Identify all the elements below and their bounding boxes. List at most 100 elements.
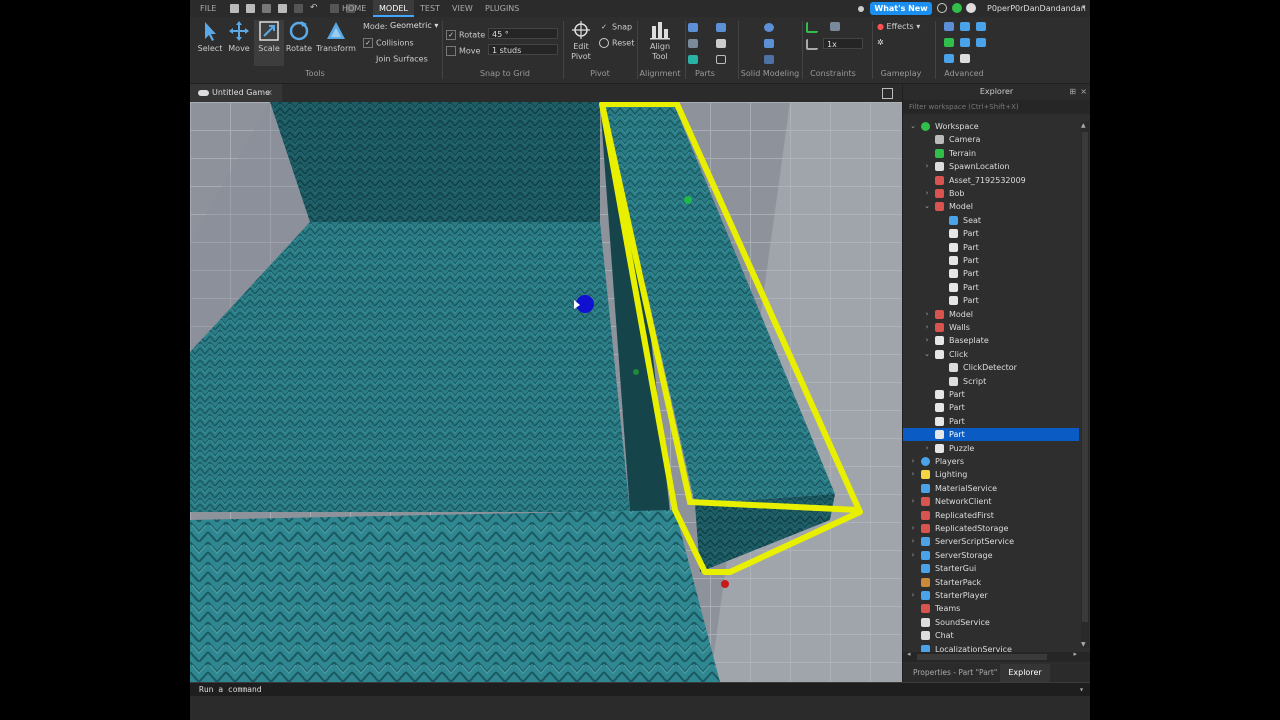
explorer-item-spawnlocation[interactable]: › SpawnLocation	[903, 160, 1079, 173]
maximize-viewport-icon[interactable]	[882, 88, 893, 99]
chevron-right-icon[interactable]: ›	[923, 187, 931, 200]
lock-icon[interactable]	[294, 4, 303, 13]
rotate-tool-button[interactable]: Rotate	[284, 20, 314, 53]
move-tool-button[interactable]: Move	[224, 20, 254, 53]
move-increment-field[interactable]: 1 studs	[488, 44, 558, 55]
explorer-item-soundservice[interactable]: SoundService	[903, 616, 1079, 629]
scroll-right-icon[interactable]: ▸	[1073, 650, 1077, 658]
new-file-icon[interactable]	[230, 4, 239, 13]
material-icon[interactable]	[688, 39, 698, 48]
explorer-item-part[interactable]: Part	[903, 241, 1079, 254]
pivot-snap-toggle[interactable]: ✓ Snap	[599, 22, 632, 32]
explorer-item-startergui[interactable]: StarterGui	[903, 562, 1079, 575]
scene[interactable]	[190, 102, 902, 682]
tab-view[interactable]: VIEW	[452, 0, 473, 17]
help-icon[interactable]	[937, 3, 947, 13]
account-dropdown-icon[interactable]: ▾	[1082, 3, 1086, 11]
redo-icon[interactable]	[330, 4, 339, 13]
part-cube-icon[interactable]	[688, 23, 698, 32]
pivot-reset-button[interactable]: Reset	[599, 38, 634, 48]
separate-icon[interactable]	[764, 55, 774, 64]
union-icon[interactable]	[764, 23, 774, 32]
rotate-snap-toggle[interactable]: ✓ Rotate	[446, 30, 485, 40]
tab-test[interactable]: TEST	[420, 0, 440, 17]
explorer-item-walls[interactable]: › Walls	[903, 321, 1079, 334]
explorer-item-starterpack[interactable]: StarterPack	[903, 576, 1079, 589]
explorer-item-lighting[interactable]: › Lighting	[903, 468, 1079, 481]
explorer-item-clickdetector[interactable]: ClickDetector	[903, 361, 1079, 374]
explorer-item-part[interactable]: Part	[903, 267, 1079, 280]
explorer-item-chat[interactable]: Chat	[903, 629, 1079, 642]
chevron-right-icon[interactable]: ›	[923, 308, 931, 321]
explorer-item-part[interactable]: Part	[903, 388, 1079, 401]
explorer-filter[interactable]: Filter workspace (Ctrl+Shift+X)	[903, 100, 1090, 114]
chevron-right-icon[interactable]: ›	[909, 522, 917, 535]
explorer-item-serverscriptservice[interactable]: › ServerScriptService	[903, 535, 1079, 548]
explorer-item-part[interactable]: Part	[903, 254, 1079, 267]
chevron-right-icon[interactable]: ›	[923, 160, 931, 173]
whats-new-button[interactable]: What's New	[870, 2, 932, 15]
explorer-item-replicatedstorage[interactable]: › ReplicatedStorage	[903, 522, 1079, 535]
open-file-icon[interactable]	[246, 4, 255, 13]
lock-part-icon[interactable]	[716, 39, 726, 48]
dock-icon[interactable]: ⊞	[1069, 84, 1076, 100]
explorer-item-part[interactable]: Part	[903, 294, 1079, 307]
document-tab[interactable]: Untitled Game ×	[190, 84, 282, 102]
join-surfaces-checkbox[interactable]	[363, 54, 373, 64]
green-scale-handle[interactable]	[684, 196, 692, 204]
explorer-item-bob[interactable]: › Bob	[903, 187, 1079, 200]
transform-tool-button[interactable]: Transform	[316, 20, 356, 53]
explorer-item-part[interactable]: Part	[903, 428, 1079, 442]
explorer-scrollbar[interactable]: ▲ ▼	[1081, 122, 1089, 648]
explorer-item-script[interactable]: Script	[903, 375, 1079, 388]
chevron-right-icon[interactable]: ›	[923, 442, 931, 455]
explorer-item-serverstorage[interactable]: › ServerStorage	[903, 549, 1079, 562]
chevron-right-icon[interactable]: ›	[909, 468, 917, 481]
front-block[interactable]	[190, 510, 720, 682]
chevron-right-icon[interactable]: ›	[923, 334, 931, 347]
chevron-right-icon[interactable]: ›	[909, 455, 917, 468]
collisions-checkbox[interactable]: ✓	[363, 38, 373, 48]
collisions-toggle[interactable]: ✓ Collisions	[363, 38, 414, 48]
explorer-item-baseplate[interactable]: › Baseplate	[903, 334, 1079, 347]
explorer-item-puzzle[interactable]: › Puzzle	[903, 442, 1079, 455]
red-scale-handle[interactable]	[721, 580, 729, 588]
advanced-local-icon[interactable]	[944, 54, 954, 63]
explorer-tab[interactable]: Explorer	[1000, 664, 1050, 682]
horizontal-scrollbar[interactable]: ◂ ▸	[903, 650, 1090, 662]
negate-icon[interactable]	[764, 39, 774, 48]
scale-tool-button[interactable]: Scale	[254, 20, 284, 66]
file-menu[interactable]: FILE	[200, 0, 216, 17]
explorer-item-part[interactable]: Part	[903, 401, 1079, 414]
constraint-weld-icon[interactable]	[806, 22, 818, 33]
publish-icon[interactable]	[278, 4, 287, 13]
advanced-module-icon[interactable]	[976, 38, 986, 47]
close-panel-icon[interactable]: ×	[1080, 84, 1087, 100]
explorer-item-part[interactable]: Part	[903, 227, 1079, 240]
green-scale-handle-2[interactable]	[633, 369, 639, 375]
chevron-icon[interactable]	[858, 6, 864, 12]
explorer-item-part[interactable]: Part	[903, 415, 1079, 428]
spawn-icon[interactable]: ✲	[877, 38, 884, 47]
explorer-item-model[interactable]: ⌄ Model	[903, 200, 1079, 213]
save-icon[interactable]	[262, 4, 271, 13]
explorer-item-teams[interactable]: Teams	[903, 602, 1079, 615]
chevron-down-icon[interactable]: ⌄	[923, 348, 931, 361]
constraint-icon[interactable]	[830, 22, 840, 31]
rotate-increment-field[interactable]: 45 °	[488, 28, 558, 39]
username[interactable]: P0perP0rDanDandandan	[987, 0, 1086, 17]
advanced-connect-icon[interactable]	[960, 22, 970, 31]
tab-home[interactable]: HOME	[342, 0, 366, 17]
move-snap-toggle[interactable]: Move	[446, 46, 480, 56]
tab-plugins[interactable]: PLUGINS	[485, 0, 519, 17]
command-dropdown-icon[interactable]: ▾	[1079, 683, 1084, 697]
explorer-item-localizationservice[interactable]: LocalizationService	[903, 643, 1079, 652]
3d-viewport[interactable]	[190, 102, 902, 682]
color-icon[interactable]	[688, 55, 698, 64]
advanced-script-icon[interactable]	[976, 22, 986, 31]
explorer-item-model[interactable]: › Model	[903, 308, 1079, 321]
edit-pivot-button[interactable]: Edit Pivot	[566, 20, 596, 62]
explorer-item-networkclient[interactable]: › NetworkClient	[903, 495, 1079, 508]
join-surfaces-toggle[interactable]: Join Surfaces	[363, 54, 428, 64]
close-tab-icon[interactable]: ×	[266, 84, 273, 102]
